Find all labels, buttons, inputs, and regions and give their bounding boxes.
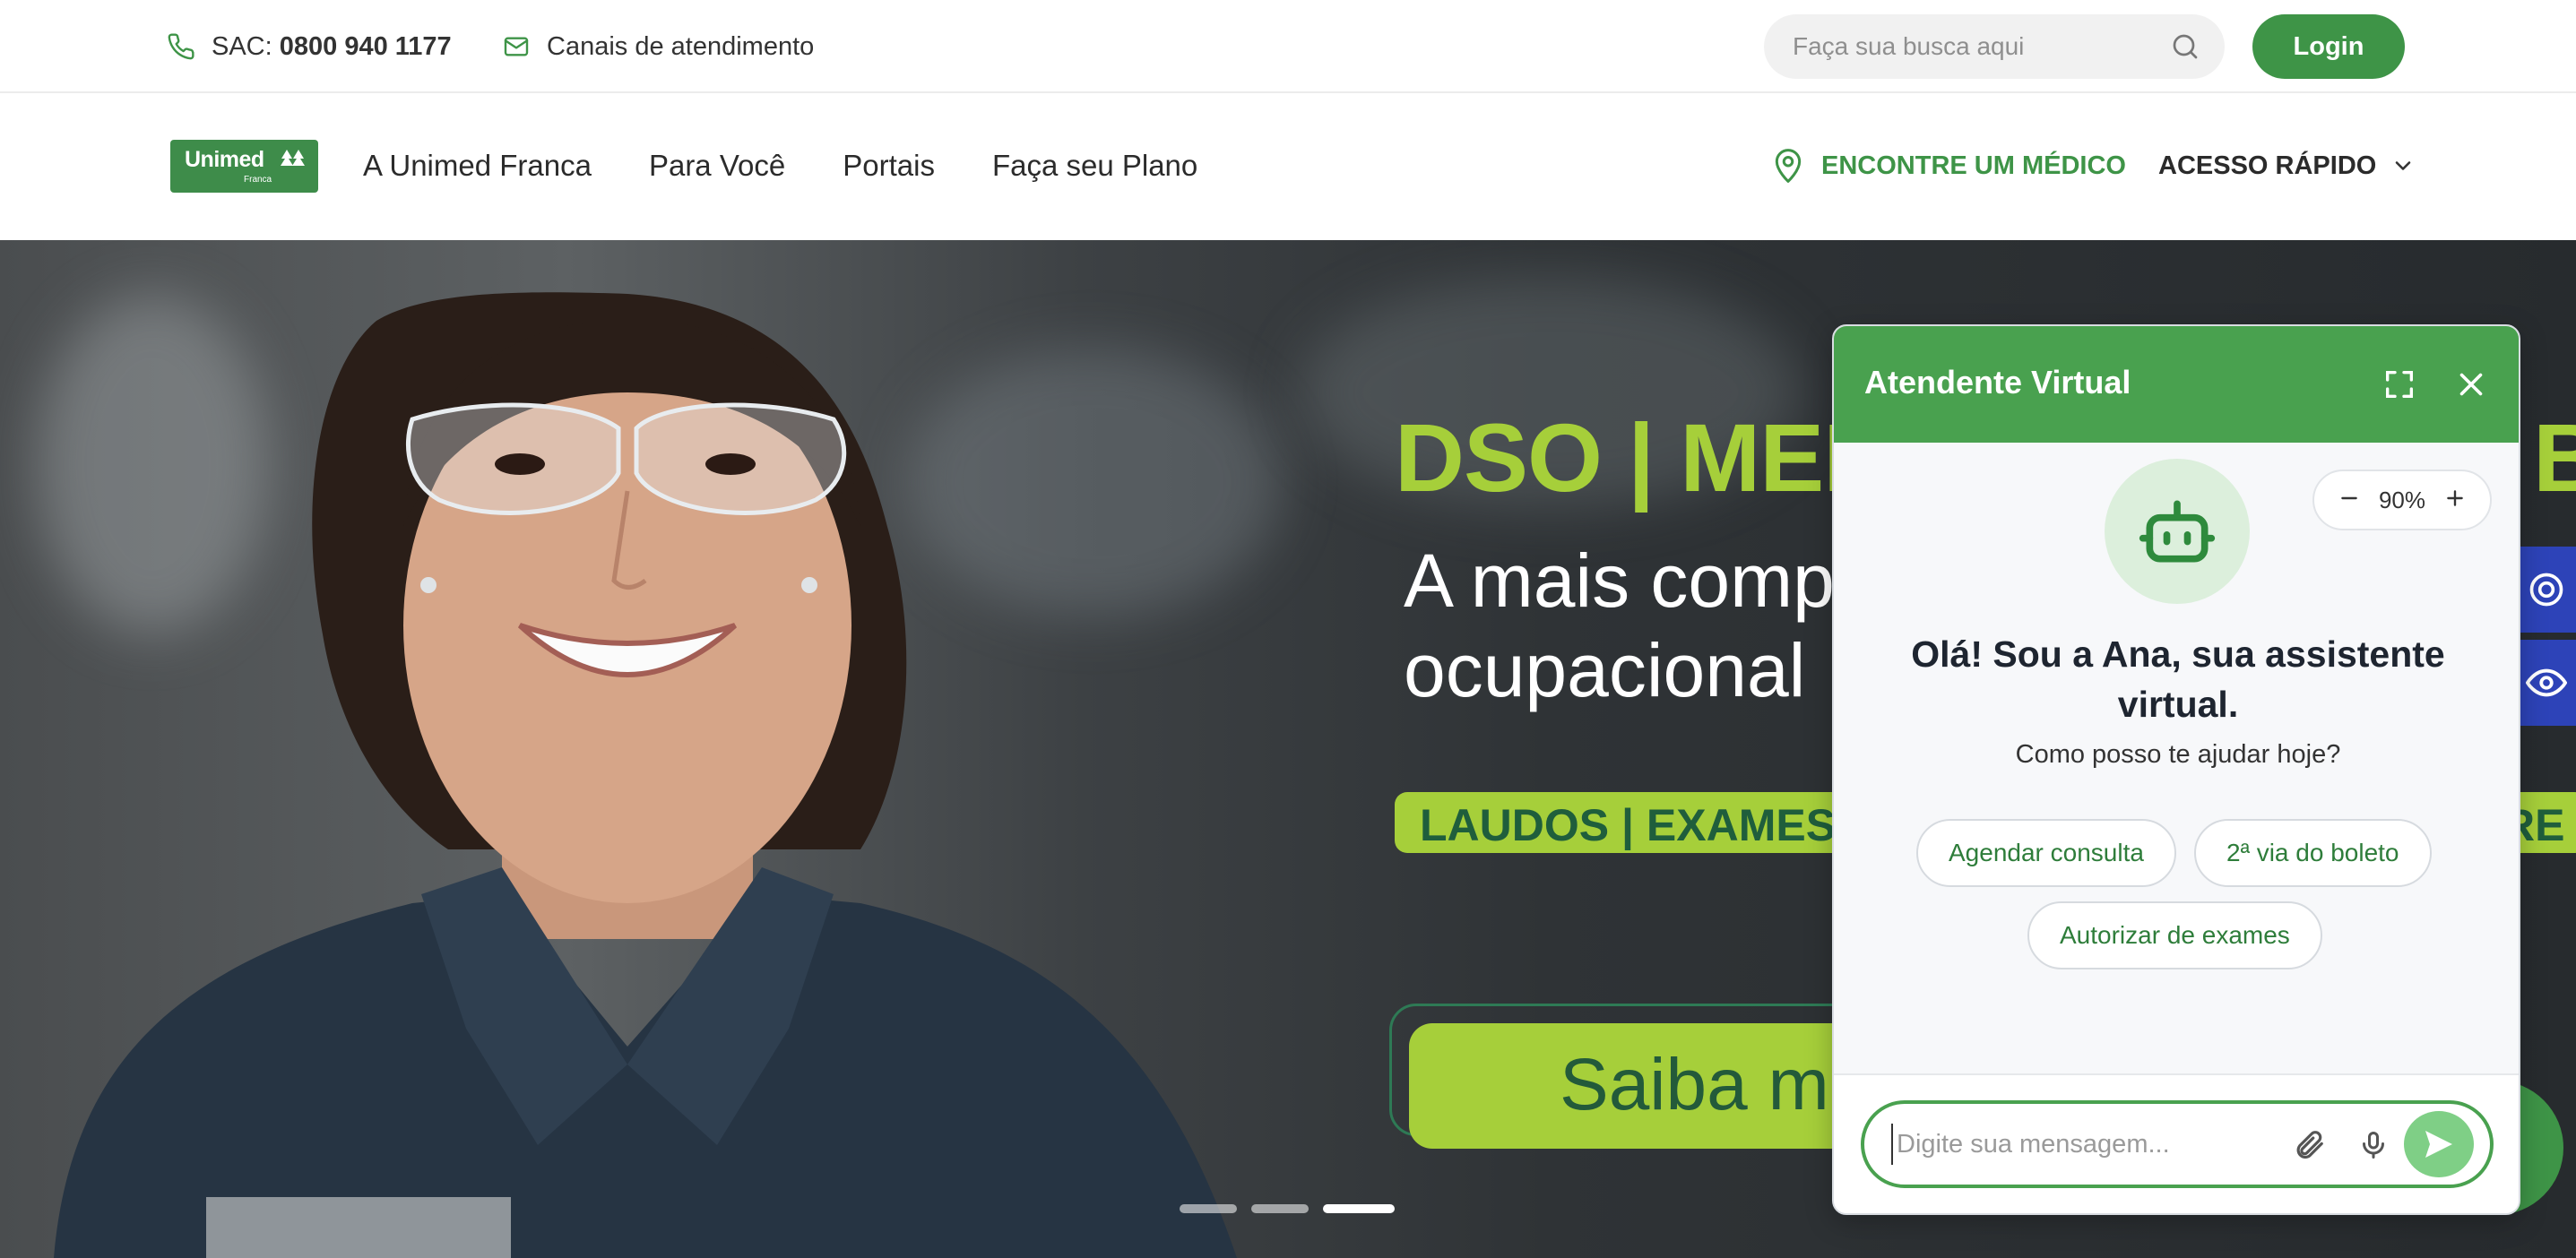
logo-subtext: Franca	[244, 175, 272, 185]
carousel-dots	[1180, 1204, 1395, 1213]
acesso-rapido-dropdown[interactable]: ACESSO RÁPIDO	[2158, 145, 2416, 186]
logo-tree-icon	[281, 150, 305, 166]
accessibility-tab-2[interactable]	[2517, 640, 2576, 726]
hero-subtitle-line2: ocupacional	[1404, 628, 1806, 712]
microphone-icon	[2363, 1132, 2384, 1159]
main-nav: Unimed Franca A Unimed Franca Para Você …	[0, 95, 2576, 240]
bot-avatar	[2105, 459, 2250, 604]
location-pin-icon	[1775, 149, 1802, 183]
zoom-in-button[interactable]	[2443, 485, 2467, 515]
sac-number[interactable]: 0800 940 1177	[280, 32, 452, 61]
minus-icon	[2341, 496, 2357, 500]
nav-item-para-voce[interactable]: Para Você	[649, 149, 785, 183]
encontre-medico-label: ENCONTRE UM MÉDICO	[1821, 151, 2126, 180]
chevron-down-icon	[2396, 161, 2411, 170]
quick-reply-agendar-consulta[interactable]: Agendar consulta	[1916, 819, 2176, 887]
nav-item-faca-seu-plano[interactable]: Faça seu Plano	[992, 149, 1197, 183]
chat-help-text: Como posso te ajudar hoje?	[2015, 740, 2341, 769]
chat-header: Atendente Virtual	[1834, 326, 2519, 443]
virtual-assistant-panel: Atendente Virtual 90% Olá! Sou a Ana, su…	[1832, 324, 2520, 1215]
login-button[interactable]: Login	[2252, 14, 2405, 79]
logo-text: Unimed	[185, 147, 264, 172]
message-box	[1861, 1100, 2494, 1188]
zoom-control: 90%	[2312, 470, 2492, 530]
paperclip-icon	[2296, 1131, 2323, 1159]
top-utility-bar: SAC: 0800 940 1177 Canais de atendimento…	[0, 0, 2576, 93]
mail-icon	[504, 37, 529, 56]
phone-icon	[168, 33, 194, 60]
close-icon	[2459, 373, 2483, 396]
hero-person-image	[54, 292, 1237, 1258]
chat-title: Atendente Virtual	[1864, 364, 2131, 401]
zoom-level: 90%	[2378, 486, 2426, 513]
expand-button[interactable]	[2377, 362, 2422, 407]
canais-link[interactable]: Canais de atendimento	[502, 29, 814, 65]
quick-reply-autorizar-exames[interactable]: Autorizar de exames	[2027, 901, 2322, 969]
search-icon[interactable]	[2169, 30, 2201, 63]
nav-item-portais[interactable]: Portais	[843, 149, 935, 183]
sac-contact[interactable]: SAC: 0800 940 1177	[167, 29, 452, 65]
carousel-dot-2[interactable]	[1251, 1204, 1309, 1213]
encontre-medico-link[interactable]: ENCONTRE UM MÉDICO	[1771, 145, 2126, 186]
eye-icon	[2526, 668, 2567, 697]
hero-headline: DSO | MED	[1395, 403, 1893, 512]
search-bar	[1764, 14, 2225, 79]
carousel-dot-3[interactable]	[1323, 1204, 1395, 1213]
chat-greeting: Olá! Sou a Ana, sua assistente virtual.	[1911, 633, 2445, 725]
accessibility-tab-1[interactable]	[2517, 547, 2576, 633]
plus-icon	[2447, 490, 2463, 506]
sac-label: SAC:	[212, 31, 280, 61]
unimed-logo[interactable]: Unimed Franca	[170, 140, 318, 193]
send-icon	[2425, 1131, 2452, 1158]
carousel-dot-1[interactable]	[1180, 1204, 1237, 1213]
nav-links: A Unimed Franca Para Você Portais Faça s…	[363, 149, 1197, 183]
hero-headline-tail: BA	[2533, 403, 2576, 512]
send-button[interactable]	[2404, 1111, 2474, 1177]
attach-button[interactable]	[2291, 1127, 2327, 1163]
voice-button[interactable]	[2356, 1127, 2391, 1163]
nav-item-a-unimed-franca[interactable]: A Unimed Franca	[363, 149, 592, 183]
close-chat-button[interactable]	[2449, 362, 2494, 407]
search-input[interactable]	[1793, 14, 2151, 79]
hero-subtitle-line1: A mais comp	[1404, 539, 1835, 623]
zoom-out-button[interactable]	[2338, 485, 2361, 515]
quick-reply-segunda-via-boleto[interactable]: 2ª via do boleto	[2194, 819, 2432, 887]
saiba-mais-label: Saiba ma	[1560, 1044, 1871, 1125]
expand-icon	[2386, 371, 2413, 398]
chat-footer	[1834, 1073, 2519, 1213]
robot-icon	[2139, 500, 2216, 563]
target-eye-icon	[2529, 573, 2563, 607]
acesso-rapido-label: ACESSO RÁPIDO	[2158, 151, 2377, 180]
canais-label[interactable]: Canais de atendimento	[547, 32, 814, 62]
message-input[interactable]	[1891, 1124, 2277, 1165]
hero-services-text: LAUDOS | EXAMES C	[1420, 800, 1881, 850]
